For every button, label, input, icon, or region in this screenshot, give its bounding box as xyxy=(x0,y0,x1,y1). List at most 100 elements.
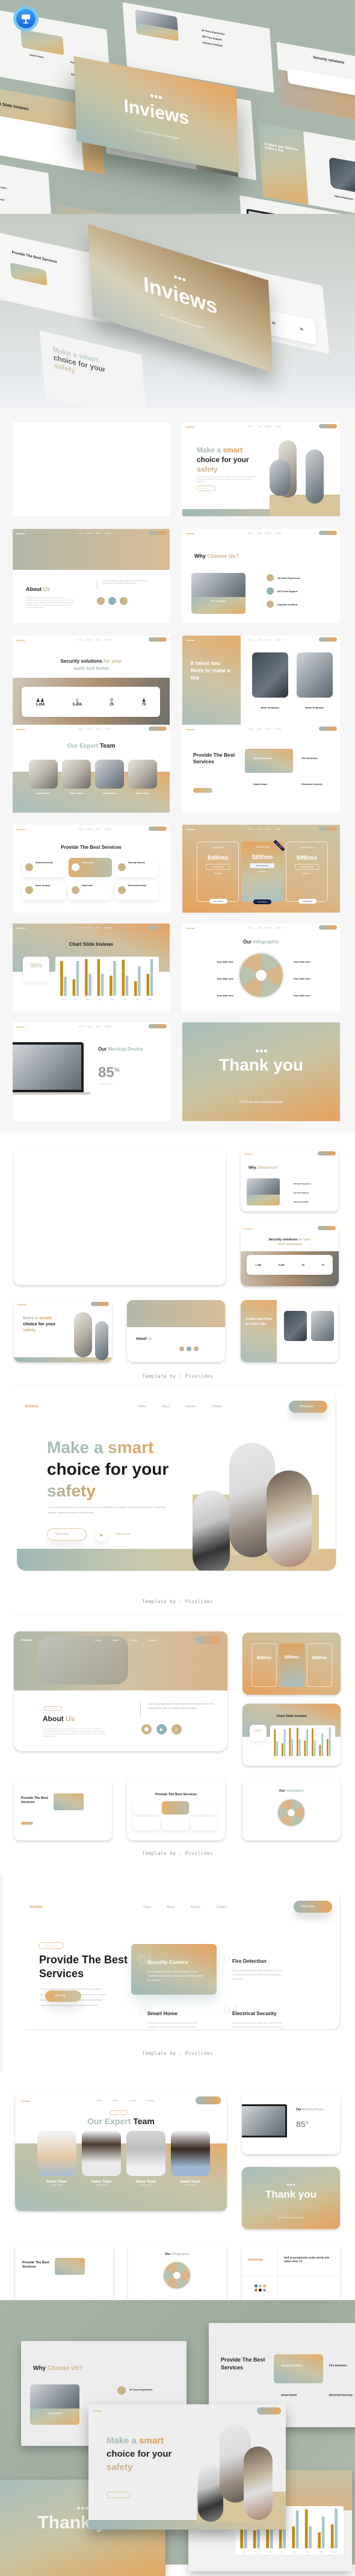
bar-august-series-2 xyxy=(335,2509,338,2548)
bar-july-series-1 xyxy=(134,981,137,996)
team-member-photo xyxy=(37,2131,76,2176)
color-swatch xyxy=(255,2284,258,2287)
thumb-flints[interactable]: It takes two flints to make a fire xyxy=(241,1300,339,1362)
pricing-card: Regular Plan $49/mo 25% Cashback Service… xyxy=(197,842,239,904)
nav-link-contact[interactable]: Contact xyxy=(211,1405,221,1408)
warning-icon: △ xyxy=(171,1724,182,1734)
thumb-infographic-b[interactable]: Our Infographic xyxy=(128,2243,226,2305)
slide-pricing[interactable]: Inviews Home About Service Contact Regular P… xyxy=(182,825,340,913)
cover-title: Inviews xyxy=(56,455,126,477)
x-tick-label: Jan xyxy=(62,998,65,1001)
bar-feb-series-1 xyxy=(253,2530,256,2548)
bar-june-series-2 xyxy=(313,1740,316,1756)
slide-services-6[interactable]: Inviews Home About Service Contact Provide T… xyxy=(13,825,170,913)
bar-june-series-2 xyxy=(125,975,129,996)
keynote-app-badge xyxy=(13,6,39,31)
bar-chart-small xyxy=(270,1725,335,1758)
nav-link-about[interactable]: About xyxy=(162,1405,170,1408)
slide-expert-team[interactable]: Inviews Home About Service Contact Our Exper… xyxy=(13,725,170,813)
x-tick-label: July xyxy=(320,2551,323,2553)
thumb-why-choose[interactable]: Inviews Why Choose Us? 28 Years Experien… xyxy=(241,1149,339,1211)
bar-may-series-1 xyxy=(110,975,113,996)
bar-feb-series-1 xyxy=(72,979,76,996)
arrow-right-icon: → xyxy=(72,1993,76,1997)
large-about-slide[interactable]: Inviews Home About Service Contact About Us… xyxy=(14,1631,227,1751)
thumb-pricing[interactable]: $49/mo $69/mo $99/mo xyxy=(242,1633,341,1695)
bar-august-series-2 xyxy=(150,959,153,996)
bar-may-series-1 xyxy=(304,1740,306,1756)
thumb-services-6[interactable]: Provide The Best Services xyxy=(127,1778,225,1840)
view-all-button[interactable]: View All → xyxy=(45,1990,81,2002)
large-team-slide[interactable]: Inviews Home About Service Contact Our Team… xyxy=(15,2092,227,2211)
bar-jan-series-2 xyxy=(276,1741,278,1756)
chart-kpi: 98% xyxy=(29,963,42,969)
slide-grid-section: Inviews CCTV and Security Presentation I… xyxy=(0,408,355,1133)
thumb-color-palette[interactable]: Inviews Sed ut perspiciatis unde omnis i… xyxy=(242,2243,340,2305)
x-tick-label: May xyxy=(294,2551,297,2553)
bar-june-series-1 xyxy=(312,1728,313,1756)
x-tick-label: Feb xyxy=(255,2551,259,2553)
slide-about[interactable]: Inviews Home About Service Contact About Us … xyxy=(13,529,170,623)
x-tick-label: August xyxy=(147,998,153,1001)
thumb-thank-you[interactable]: Thank you CCTV and Security Presentation xyxy=(242,2167,340,2229)
thumb-security-solutions[interactable]: Inviews Security solutions for your work … xyxy=(241,1224,339,1286)
x-tick-label: August xyxy=(332,2551,338,2553)
slide-flints-employees[interactable]: Inviews Home About Service Contact It takes … xyxy=(182,636,340,730)
play-icon: ▶ xyxy=(100,1533,103,1537)
slide-chart[interactable]: Inviews Home About Service Contact Chart Sli… xyxy=(13,924,170,1011)
slide-hero[interactable]: Inviews Home About Service Contact Make a sm… xyxy=(182,422,340,516)
play-button[interactable]: ▶ xyxy=(95,1528,108,1542)
nav-logo[interactable]: Inviews xyxy=(25,1405,39,1408)
collage-section-1: In Vi E W S In Vi E W S Inviews CCTV and Securit… xyxy=(0,1133,355,1386)
bar-feb-series-2 xyxy=(283,1729,286,1756)
color-swatch xyxy=(259,2289,262,2292)
bar-march-series-2 xyxy=(291,1739,293,1756)
arrow-right-icon: → xyxy=(76,1531,81,1536)
shop-now-button[interactable]: Shop Now xyxy=(294,1901,332,1913)
bar-july-series-1 xyxy=(319,1745,321,1756)
bg-slide-solutions: Security solutions xyxy=(276,42,355,128)
x-tick-label: Feb xyxy=(74,998,78,1001)
thumb-mockup-device[interactable]: Our Mockup Device 85% xyxy=(242,2092,340,2154)
shop-now-outline-button[interactable]: Shop Now → xyxy=(47,1528,87,1540)
hero-mockup-section: Smart Home Fire Detection Electrical Sec… xyxy=(0,0,355,408)
thumb-chart[interactable]: Chart Slide Inviews 98% xyxy=(242,1704,341,1766)
bar-chart: Jan Feb March Apr May June July August xyxy=(55,957,159,1002)
nav-link-service[interactable]: Service xyxy=(185,1405,196,1408)
thumb-services-4[interactable]: Provide The Best Services xyxy=(14,1778,112,1840)
bar-feb-series-1 xyxy=(282,1743,283,1756)
slide-security-solutions[interactable]: Inviews Home About Service Contact Security … xyxy=(13,636,170,730)
slide-cover[interactable]: Inviews CCTV and Security Presentation xyxy=(13,422,170,516)
bar-march-series-2 xyxy=(88,974,91,996)
large-hero-slide[interactable]: Inviews Home About Service Contact Shop … xyxy=(17,1392,336,1571)
slide-mockup-device[interactable]: Inviews Home About Service Contact Our Mocku… xyxy=(13,1022,170,1121)
view-demo-link[interactable]: View Demo xyxy=(115,1533,130,1536)
arrow-right-icon: → xyxy=(318,1404,323,1408)
large-services-slide[interactable]: Inviews Home About Service Contact Shop Now… xyxy=(20,1890,340,2030)
bar-may-series-2 xyxy=(306,1729,308,1756)
featured-cover-slide[interactable]: In Vi E W S In Vi E W S Inviews CCTV and Securit… xyxy=(14,1151,226,1285)
tablet-icon: ▯ xyxy=(76,697,79,703)
bar-july-series-2 xyxy=(138,966,141,996)
chart-title: Chart Slide Inviews xyxy=(69,942,114,947)
x-tick-label: May xyxy=(111,998,114,1001)
x-tick-label: July xyxy=(136,998,140,1001)
thumb-hero[interactable]: Inviews Make a smart choice for your safet… xyxy=(14,1300,112,1362)
bar-august-series-1 xyxy=(327,1739,329,1756)
slide-thank-you[interactable]: Thank you CCTV and Security Presentation xyxy=(182,1022,340,1121)
services-large-section: Inviews Home About Service Contact Shop Now… xyxy=(0,1890,355,2072)
bar-apr-series-1 xyxy=(97,959,100,996)
color-swatches xyxy=(255,2284,267,2292)
camera-photo-left xyxy=(193,1490,230,1571)
slide-infographic[interactable]: Inviews Home About Service Contact Our Infog… xyxy=(182,924,340,1011)
slide-why-choose[interactable]: Inviews Home About Service Contact Why Choos… xyxy=(182,529,340,623)
thumb-infographic[interactable]: Our Infographic xyxy=(242,1778,341,1840)
x-tick-label: June xyxy=(306,2551,310,2553)
print-hero: Inviews Make a smart choice for your saf… xyxy=(88,2404,286,2530)
thumb-services-4b[interactable]: Provide The Best Services xyxy=(15,2243,113,2305)
slide-services-4[interactable]: Inviews Home About Service Contact Provide T… xyxy=(182,725,340,813)
nav-link-home[interactable]: Home xyxy=(138,1405,146,1408)
thumb-about[interactable]: About Us xyxy=(127,1300,225,1362)
people-icon: ♟♟ xyxy=(36,697,45,703)
shop-now-button[interactable]: Shop Now → xyxy=(289,1401,327,1413)
